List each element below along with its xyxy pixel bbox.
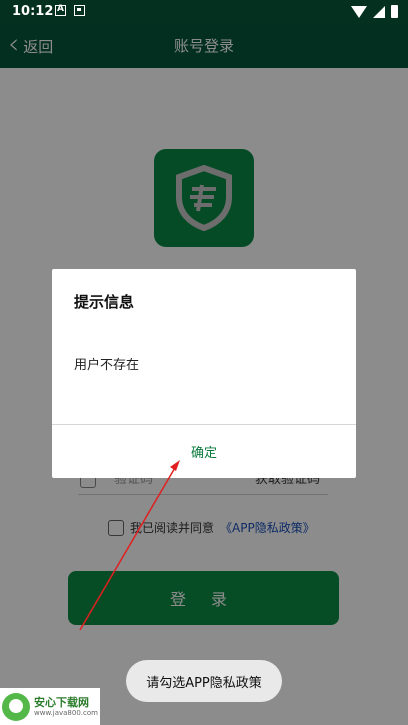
toast-message: 请勾选APP隐私政策 [126, 660, 282, 702]
watermark: 安心下载网 www.java800.com [0, 688, 100, 725]
watermark-url: www.java800.com [34, 708, 98, 717]
watermark-title: 安心下载网 [34, 695, 89, 709]
watermark-logo-icon [2, 692, 30, 721]
annotation-arrow-icon [79, 460, 180, 631]
